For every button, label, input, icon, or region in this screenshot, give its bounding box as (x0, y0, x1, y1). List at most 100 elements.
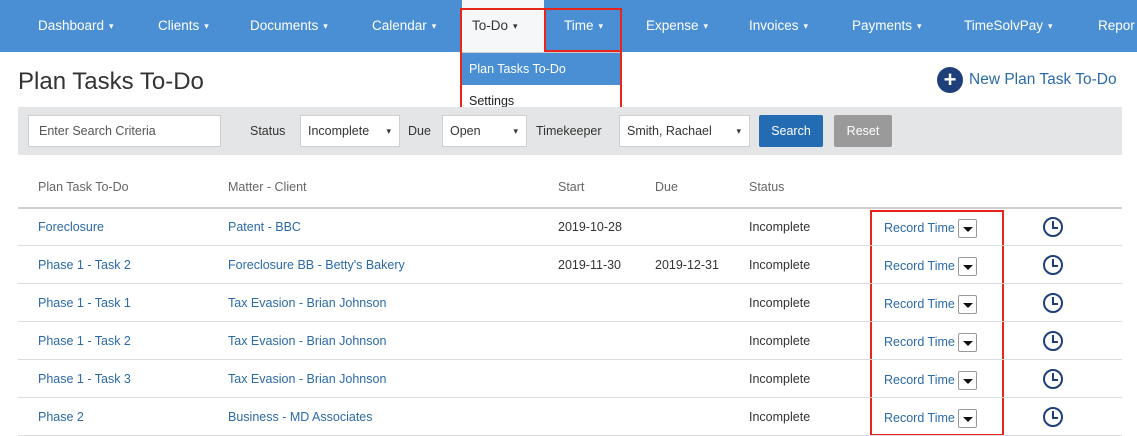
chevron-down-icon: ▾ (1048, 21, 1053, 31)
table-row: Phase 1 - Task 3 Tax Evasion - Brian Joh… (18, 361, 1122, 398)
record-time-control: Record Time (884, 254, 977, 278)
status-text: Incomplete (749, 296, 811, 310)
chevron-down-icon: ▾ (703, 21, 709, 31)
record-time-dropdown-toggle[interactable] (957, 294, 977, 314)
nav-calendar-label: Calendar (372, 18, 427, 33)
matter-client-link[interactable]: Patent - BBC (228, 209, 301, 246)
record-time-link[interactable]: Record Time (884, 221, 955, 235)
clock-icon[interactable] (1043, 293, 1063, 313)
chevron-down-icon: ▾ (803, 21, 809, 31)
status-select[interactable]: Incomplete ▾ (300, 115, 400, 147)
nav-invoices[interactable]: Invoices ▾ (749, 0, 808, 52)
column-header-due[interactable]: Due (655, 180, 678, 194)
nav-time[interactable]: Time ▾ (564, 0, 603, 52)
record-time-link[interactable]: Record Time (884, 259, 955, 273)
chevron-down-icon: ▾ (513, 21, 518, 31)
chevron-down-icon: ▾ (109, 21, 114, 31)
table-row: Phase 2 Business - MD Associates Incompl… (18, 399, 1122, 436)
task-link[interactable]: Phase 1 - Task 1 (38, 285, 131, 322)
matter-client-link[interactable]: Tax Evasion - Brian Johnson (228, 285, 386, 322)
chevron-down-icon: ▾ (204, 21, 209, 31)
chevron-down-icon: ▾ (513, 126, 518, 136)
start-date: 2019-11-30 (558, 258, 622, 272)
chevron-down-icon: ▾ (736, 126, 741, 136)
chevron-down-icon: ▾ (598, 21, 604, 31)
column-header-task[interactable]: Plan Task To-Do (38, 180, 129, 194)
nav-time-label: Time (564, 18, 594, 33)
matter-client-link[interactable]: Tax Evasion - Brian Johnson (228, 323, 386, 360)
matter-client-link[interactable]: Tax Evasion - Brian Johnson (228, 361, 386, 398)
nav-timesolvpay[interactable]: TimeSolvPay ▾ (964, 0, 1053, 52)
record-time-link[interactable]: Record Time (884, 373, 955, 387)
table-row: Foreclosure Patent - BBC 2019-10-28 Inco… (18, 209, 1122, 246)
status-text: Incomplete (749, 410, 811, 424)
chevron-down-icon: ▾ (323, 21, 328, 31)
record-time-link[interactable]: Record Time (884, 411, 955, 425)
search-button[interactable]: Search (759, 115, 823, 147)
task-link[interactable]: Phase 2 (38, 399, 84, 436)
table-row: Phase 1 - Task 1 Tax Evasion - Brian Joh… (18, 285, 1122, 322)
record-time-link[interactable]: Record Time (884, 335, 955, 349)
timekeeper-label: Timekeeper (536, 124, 602, 138)
column-header-start[interactable]: Start (558, 180, 584, 194)
nav-clients-label: Clients (158, 18, 200, 33)
clock-icon[interactable] (1043, 407, 1063, 427)
record-time-link[interactable]: Record Time (884, 297, 955, 311)
task-link[interactable]: Phase 1 - Task 2 (38, 247, 131, 284)
nav-clients[interactable]: Clients ▾ (158, 0, 209, 52)
chevron-down-icon: ▾ (431, 21, 437, 31)
nav-reports-label: Repor (1098, 18, 1135, 33)
status-text: Incomplete (749, 372, 811, 386)
due-date: 2019-12-31 (655, 258, 719, 272)
reset-button[interactable]: Reset (834, 115, 892, 147)
task-link[interactable]: Phase 1 - Task 2 (38, 323, 131, 360)
nav-expense[interactable]: Expense ▾ (646, 0, 708, 52)
search-input[interactable] (28, 115, 221, 147)
nav-payments-label: Payments (852, 18, 913, 33)
start-date: 2019-10-28 (558, 220, 622, 234)
column-header-status[interactable]: Status (749, 180, 784, 194)
matter-client-link[interactable]: Foreclosure BB - Betty's Bakery (228, 247, 405, 284)
column-header-matter-client[interactable]: Matter - Client (228, 180, 307, 194)
record-time-dropdown-toggle[interactable] (957, 256, 977, 276)
due-select[interactable]: Open ▾ (442, 115, 527, 147)
nav-payments[interactable]: Payments ▾ (852, 0, 922, 52)
record-time-dropdown-toggle[interactable] (957, 332, 977, 352)
record-time-dropdown-toggle[interactable] (957, 370, 977, 390)
plus-circle-icon: + (937, 67, 963, 93)
record-time-dropdown-toggle[interactable] (957, 218, 977, 238)
task-link[interactable]: Phase 1 - Task 3 (38, 361, 131, 398)
top-nav: Dashboard ▾ Clients ▾ Documents ▾ Calendar ▾… (0, 0, 1137, 52)
clock-icon[interactable] (1043, 369, 1063, 389)
status-text: Incomplete (749, 220, 811, 234)
task-link[interactable]: Foreclosure (38, 209, 104, 246)
nav-expense-label: Expense (646, 18, 699, 33)
clock-icon[interactable] (1043, 217, 1063, 237)
nav-dashboard[interactable]: Dashboard ▾ (38, 0, 114, 52)
nav-invoices-label: Invoices (749, 18, 799, 33)
record-time-control: Record Time (884, 216, 977, 240)
clock-icon[interactable] (1043, 331, 1063, 351)
nav-timesolvpay-label: TimeSolvPay (964, 18, 1044, 33)
matter-client-link[interactable]: Business - MD Associates (228, 399, 373, 436)
due-label: Due (408, 124, 431, 138)
nav-todo[interactable]: To-Do ▾ (462, 0, 544, 52)
status-text: Incomplete (749, 334, 811, 348)
record-time-control: Record Time (884, 292, 977, 316)
nav-calendar[interactable]: Calendar ▾ (372, 0, 436, 52)
table-row: Phase 1 - Task 2 Foreclosure BB - Betty'… (18, 247, 1122, 284)
page-title: Plan Tasks To-Do (18, 68, 204, 95)
new-plan-task-button[interactable]: + New Plan Task To-Do (937, 66, 1117, 94)
record-time-control: Record Time (884, 406, 977, 430)
record-time-dropdown-toggle[interactable] (957, 408, 977, 428)
status-select-value: Incomplete (308, 124, 370, 138)
menu-item-plan-tasks-todo[interactable]: Plan Tasks To-Do (461, 53, 621, 85)
timekeeper-select[interactable]: Smith, Rachael ▾ (619, 115, 750, 147)
nav-documents[interactable]: Documents ▾ (250, 0, 328, 52)
clock-icon[interactable] (1043, 255, 1063, 275)
nav-reports[interactable]: Repor (1098, 0, 1135, 52)
chevron-down-icon: ▾ (386, 126, 391, 136)
nav-documents-label: Documents (250, 18, 319, 33)
nav-todo-label: To-Do (472, 18, 509, 33)
record-time-control: Record Time (884, 330, 977, 354)
